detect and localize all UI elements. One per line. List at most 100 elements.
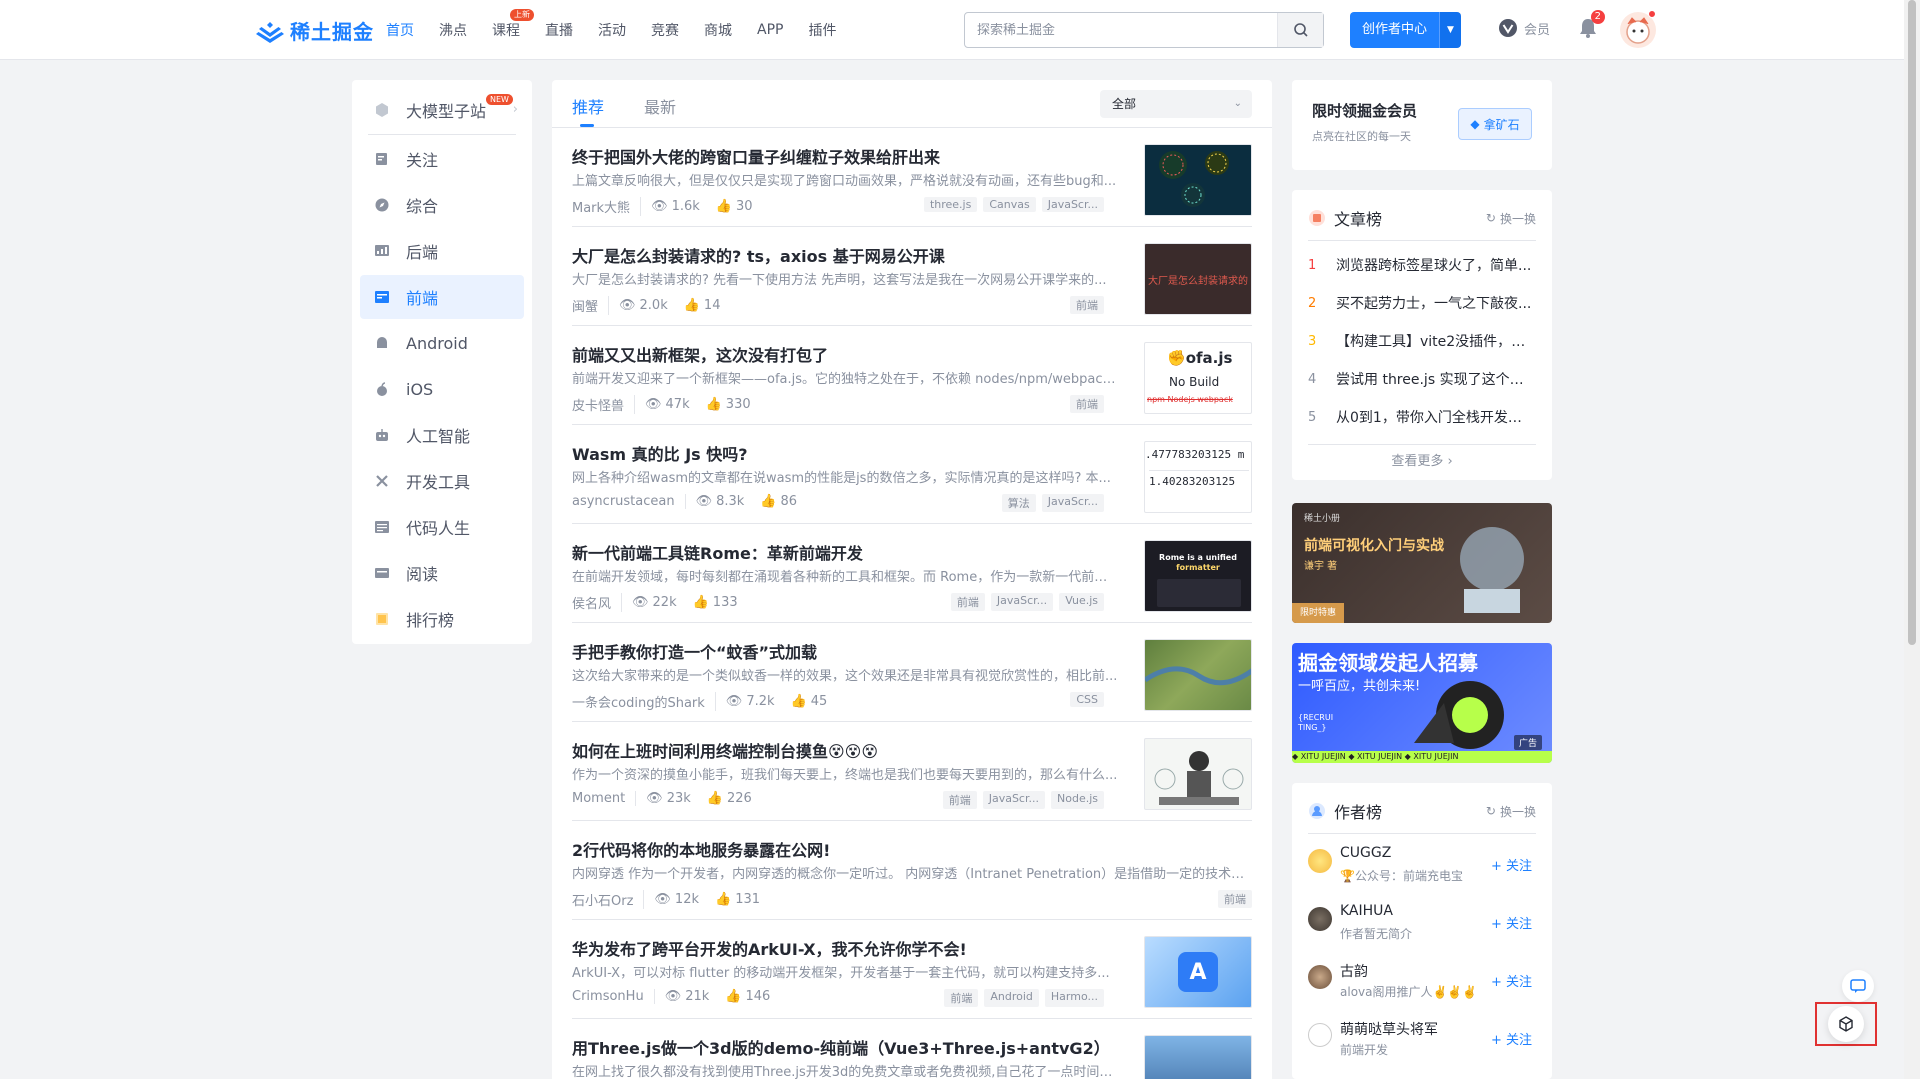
likes-stat[interactable]: 👍 226 bbox=[707, 791, 752, 806]
tab-recommend[interactable]: 推荐 bbox=[572, 94, 604, 118]
get-ore-button[interactable]: ◆ 拿矿石 bbox=[1458, 108, 1532, 140]
nav-course[interactable]: 课程 上新 bbox=[492, 9, 534, 40]
nav-events[interactable]: 活动 bbox=[598, 20, 626, 40]
follow-button[interactable]: + 关注 bbox=[1491, 1029, 1532, 1048]
sidebar-item-reading[interactable]: 阅读 bbox=[360, 551, 524, 595]
rank-item[interactable]: 2 买不起劳力士，一气之下敲夜... bbox=[1308, 284, 1536, 322]
feedback-button[interactable] bbox=[1842, 970, 1874, 1002]
likes-stat[interactable]: 👍 30 bbox=[716, 199, 753, 214]
nav-live[interactable]: 直播 bbox=[545, 20, 573, 40]
article-title[interactable]: 用Three.js做一个3d版的demo-纯前端（Vue3+Three.js+a… bbox=[572, 1035, 1132, 1059]
article-title[interactable]: 前端又又出新框架，这次没有打包了 bbox=[572, 342, 1132, 366]
avatar[interactable] bbox=[1308, 907, 1332, 931]
article-title[interactable]: Wasm 真的比 Js 快吗? bbox=[572, 441, 1132, 465]
likes-stat[interactable]: 👍 133 bbox=[693, 595, 738, 610]
article-author[interactable]: Mark大熊 bbox=[572, 197, 642, 216]
search-input[interactable] bbox=[965, 22, 1277, 38]
sidebar-item-ai[interactable]: 人工智能 bbox=[360, 413, 524, 457]
author-item[interactable]: 古韵 alova阁用推广人✌️✌️✌️ + 关注 bbox=[1308, 959, 1536, 1009]
follow-button[interactable]: + 关注 bbox=[1491, 855, 1532, 874]
article-thumbnail[interactable] bbox=[1144, 639, 1252, 711]
author-rank-refresh[interactable]: ↻ 换一换 bbox=[1486, 803, 1536, 820]
article-thumbnail[interactable]: ✊ofa.js No Build npm Nodejs webpack bbox=[1144, 342, 1252, 414]
article-tag[interactable]: Harmo... bbox=[1044, 989, 1104, 1007]
article-author[interactable]: CrimsonHu bbox=[572, 989, 655, 1004]
article-tag[interactable]: 前端 bbox=[944, 989, 979, 1007]
sidebar-item-follow[interactable]: 关注 bbox=[360, 137, 524, 181]
likes-stat[interactable]: 👍 330 bbox=[706, 397, 751, 412]
article-tag[interactable]: JavaScr... bbox=[1041, 197, 1104, 212]
article-thumbnail[interactable]: 大厂是怎么封装请求的 bbox=[1144, 243, 1252, 315]
author-name[interactable]: 古韵 bbox=[1340, 961, 1368, 981]
article-author[interactable]: Moment bbox=[572, 791, 637, 806]
article-author[interactable]: asyncrustacean bbox=[572, 494, 686, 509]
recruit-ad-banner[interactable]: 掘金领域发起人招募 一呼百应，共创未来! {RECRUI TING_} 广告 ◆… bbox=[1292, 643, 1552, 763]
article-tag[interactable]: Vue.js bbox=[1059, 593, 1104, 611]
article-item[interactable]: 新一代前端工具链Rome：革新前端开发 在前端开发领域，每时每刻都在涌现着各种新… bbox=[572, 524, 1252, 623]
feed-filter-select[interactable]: 全部 ⌄ bbox=[1100, 90, 1252, 118]
article-title[interactable]: 新一代前端工具链Rome：革新前端开发 bbox=[572, 540, 1132, 564]
article-tag[interactable]: Canvas bbox=[983, 197, 1036, 212]
vip-entry[interactable]: 会员 bbox=[1498, 18, 1550, 38]
article-tag[interactable]: 前端 bbox=[942, 791, 977, 809]
article-tag[interactable]: 前端 bbox=[1070, 395, 1104, 413]
rank-item[interactable]: 1 浏览器跨标签星球火了，简单... bbox=[1308, 246, 1536, 284]
article-item[interactable]: 如何在上班时间利用终端控制台摸鱼😵😵😵 作为一个资深的摸鱼小能手，班我们每天要上… bbox=[572, 722, 1252, 821]
nav-app[interactable]: APP bbox=[757, 22, 783, 38]
search-button[interactable] bbox=[1277, 13, 1323, 47]
rank-item[interactable]: 4 尝试用 three.js 实现了这个跨... bbox=[1308, 360, 1536, 398]
booklet-banner[interactable]: 稀土小册 前端可视化入门与实战 谦宇 著 限时特惠 bbox=[1292, 503, 1552, 623]
article-item[interactable]: 用Three.js做一个3d版的demo-纯前端（Vue3+Three.js+a… bbox=[572, 1019, 1252, 1079]
article-tag[interactable]: Node.js bbox=[1051, 791, 1104, 809]
author-item[interactable]: 萌萌哒草头将军 前端开发 + 关注 bbox=[1308, 1017, 1536, 1067]
article-tag[interactable]: CSS bbox=[1070, 692, 1104, 707]
article-thumbnail[interactable]: .477783203125 m 1.40283203125 bbox=[1144, 441, 1252, 513]
article-tag[interactable]: 前端 bbox=[1070, 296, 1104, 314]
article-tag[interactable]: 前端 bbox=[950, 593, 985, 611]
article-item[interactable]: 手把手教你打造一个“蚊香”式加载 这次给大家带来的是一个类似蚊香一样的效果，这个… bbox=[572, 623, 1252, 722]
article-author[interactable]: 一条会coding的Shark bbox=[572, 692, 716, 711]
article-author[interactable]: 石小石Orz bbox=[572, 890, 645, 909]
nav-pins[interactable]: 沸点 bbox=[439, 20, 467, 40]
article-item[interactable]: Wasm 真的比 Js 快吗? 网上各种介绍wasm的文章都在说wasm的性能是… bbox=[572, 425, 1252, 524]
creator-center-button[interactable]: 创作者中心 bbox=[1350, 12, 1440, 48]
article-title[interactable]: 如何在上班时间利用终端控制台摸鱼😵😵😵 bbox=[572, 738, 1132, 762]
article-tag[interactable]: 算法 bbox=[1001, 494, 1036, 512]
article-thumbnail[interactable] bbox=[1144, 1035, 1252, 1079]
tab-latest[interactable]: 最新 bbox=[644, 94, 676, 118]
page-scrollbar[interactable] bbox=[1904, 0, 1920, 1079]
creator-dropdown-button[interactable]: ▼ bbox=[1439, 12, 1462, 48]
article-thumbnail[interactable] bbox=[1144, 144, 1252, 216]
article-item[interactable]: 终于把国外大佬的跨窗口量子纠缠粒子效果给肝出来 上篇文章反响很大，但是仅仅只是实… bbox=[572, 128, 1252, 227]
rank-item[interactable]: 5 从0到1，带你入门全栈开发，... bbox=[1308, 398, 1536, 436]
article-item[interactable]: 前端又又出新框架，这次没有打包了 前端开发又迎来了一个新框架——ofa.js。它… bbox=[572, 326, 1252, 425]
article-tag[interactable]: 前端 bbox=[1218, 890, 1252, 908]
article-thumbnail[interactable] bbox=[1144, 738, 1252, 810]
article-tag[interactable]: JavaScr... bbox=[982, 791, 1045, 809]
scrollbar-thumb[interactable] bbox=[1908, 0, 1916, 645]
sidebar-item-llm[interactable]: 大模型子站 NEW › bbox=[360, 88, 524, 132]
rank-item[interactable]: 3 【构建工具】vite2没插件，vit... bbox=[1308, 322, 1536, 360]
article-tag[interactable]: Android bbox=[984, 989, 1039, 1007]
article-title[interactable]: 手把手教你打造一个“蚊香”式加载 bbox=[572, 639, 1132, 663]
notification-button[interactable]: 2 bbox=[1578, 10, 1605, 43]
sidebar-item-android[interactable]: Android bbox=[360, 321, 524, 365]
likes-stat[interactable]: 👍 14 bbox=[684, 298, 721, 313]
likes-stat[interactable]: 👍 131 bbox=[715, 892, 760, 907]
author-name[interactable]: KAIHUA bbox=[1340, 903, 1393, 919]
nav-shop[interactable]: 商城 bbox=[704, 20, 732, 40]
ai-assistant-button[interactable] bbox=[1828, 1006, 1864, 1042]
follow-button[interactable]: + 关注 bbox=[1491, 971, 1532, 990]
article-author[interactable]: 皮卡怪兽 bbox=[572, 395, 636, 414]
author-item[interactable]: CUGGZ 🏆公众号：前端充电宝 + 关注 bbox=[1308, 843, 1536, 893]
nav-contest[interactable]: 竞赛 bbox=[651, 20, 679, 40]
author-name[interactable]: CUGGZ bbox=[1340, 845, 1391, 861]
logo[interactable]: 稀土掘金 bbox=[256, 16, 374, 45]
likes-stat[interactable]: 👍 146 bbox=[725, 989, 770, 1004]
article-title[interactable]: 2行代码将你的本地服务暴露在公网! bbox=[572, 837, 1252, 861]
author-name[interactable]: 萌萌哒草头将军 bbox=[1340, 1019, 1438, 1039]
likes-stat[interactable]: 👍 86 bbox=[760, 494, 797, 509]
article-tag[interactable]: JavaScr... bbox=[1041, 494, 1104, 512]
follow-button[interactable]: + 关注 bbox=[1491, 913, 1532, 932]
sidebar-item-ranking[interactable]: 排行榜 bbox=[360, 597, 524, 641]
